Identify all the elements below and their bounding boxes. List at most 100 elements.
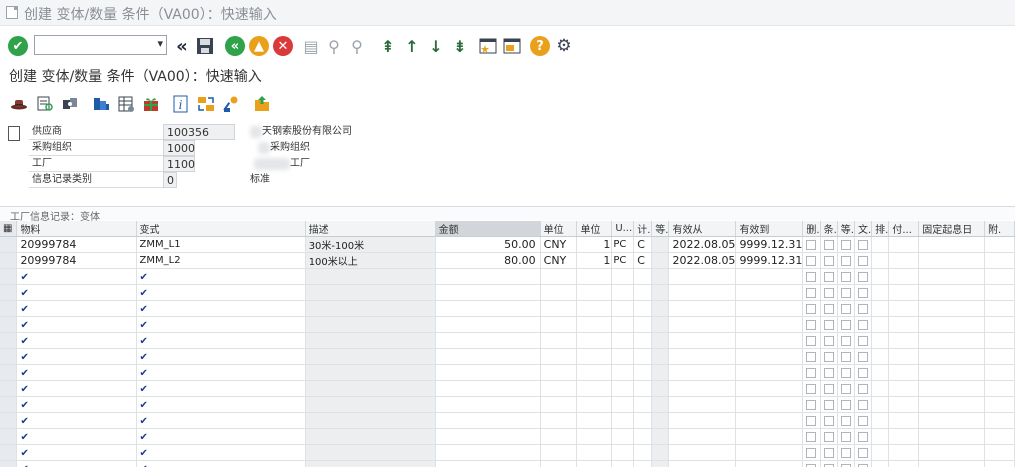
scale-checkbox[interactable] — [837, 268, 855, 285]
additional-cell[interactable] — [984, 428, 1015, 445]
table-settings-icon[interactable] — [117, 95, 135, 113]
col-unit-2[interactable]: 单位 — [576, 221, 613, 237]
valid-to-cell[interactable] — [735, 412, 804, 429]
uom-cell[interactable] — [611, 316, 635, 333]
variant-cell[interactable]: ✔ — [136, 364, 306, 381]
uom-cell[interactable] — [611, 348, 635, 365]
exclusion-cell[interactable] — [871, 316, 890, 333]
save-icon[interactable] — [195, 36, 215, 56]
checkbox[interactable] — [806, 416, 817, 426]
currency-cell[interactable] — [540, 348, 578, 365]
payment-cell[interactable] — [888, 412, 920, 429]
variant-cell[interactable]: ✔ — [136, 428, 306, 445]
col-calc[interactable]: 计. — [633, 221, 653, 237]
row-selector[interactable] — [0, 380, 18, 397]
per-cell[interactable] — [576, 396, 613, 413]
description-cell[interactable] — [305, 428, 436, 445]
currency-cell[interactable] — [540, 428, 578, 445]
scale-cell[interactable] — [651, 268, 670, 285]
uom-cell[interactable] — [611, 396, 635, 413]
col-uom[interactable]: U... — [611, 221, 635, 237]
text-checkbox[interactable] — [854, 396, 873, 413]
checkbox[interactable] — [840, 384, 851, 394]
checkbox[interactable] — [857, 384, 868, 394]
additional-cell[interactable] — [984, 444, 1015, 461]
scale-checkbox[interactable] — [837, 348, 855, 365]
material-cell[interactable]: 20999784 — [16, 252, 137, 269]
fixed-date-cell[interactable] — [918, 412, 986, 429]
valid-to-cell[interactable] — [735, 396, 804, 413]
variant-cell[interactable]: ✔ — [136, 412, 306, 429]
scale-checkbox[interactable] — [837, 460, 855, 467]
valid-to-cell[interactable] — [735, 364, 804, 381]
fixed-date-cell[interactable] — [918, 364, 986, 381]
row-selector[interactable] — [0, 364, 18, 381]
chevron-down-icon[interactable]: ▾ — [157, 37, 163, 50]
uom-cell[interactable] — [611, 332, 635, 349]
variant-cell[interactable]: ✔ — [136, 300, 306, 317]
plant-field[interactable]: 1100 — [163, 156, 195, 172]
info-record-category-field[interactable]: 0 — [163, 172, 177, 188]
uom-cell[interactable] — [611, 364, 635, 381]
description-cell[interactable] — [305, 284, 436, 301]
description-cell[interactable] — [305, 380, 436, 397]
col-valid-to[interactable]: 有效到 — [735, 221, 804, 237]
description-cell[interactable]: 100米以上 — [305, 252, 436, 269]
delete-checkbox[interactable] — [802, 396, 821, 413]
fixed-date-cell[interactable] — [918, 284, 986, 301]
per-cell[interactable] — [576, 380, 613, 397]
additional-cell[interactable] — [984, 268, 1015, 285]
variant-cell[interactable]: ✔ — [136, 396, 306, 413]
checkbox[interactable] — [840, 368, 851, 378]
amount-cell[interactable] — [435, 316, 541, 333]
description-cell[interactable] — [305, 396, 436, 413]
settings-icon[interactable]: ⚙ — [554, 36, 574, 56]
currency-cell[interactable] — [540, 332, 578, 349]
gift-icon[interactable] — [142, 95, 160, 113]
scale-cell[interactable] — [651, 300, 670, 317]
valid-from-cell[interactable]: 2022.08.05 — [668, 252, 737, 269]
checkbox[interactable] — [857, 400, 868, 410]
scale-checkbox[interactable] — [837, 444, 855, 461]
variant-cell[interactable]: ✔ — [136, 380, 306, 397]
currency-cell[interactable] — [540, 268, 578, 285]
per-cell[interactable] — [576, 428, 613, 445]
checkbox[interactable] — [840, 272, 851, 282]
empty-table-row[interactable]: ✔✔ — [0, 444, 1015, 461]
col-condition[interactable]: 条. — [820, 221, 838, 237]
valid-to-cell[interactable] — [735, 268, 804, 285]
payment-cell[interactable] — [888, 316, 920, 333]
additional-cell[interactable] — [984, 460, 1015, 467]
valid-from-cell[interactable] — [668, 444, 737, 461]
material-cell[interactable]: ✔ — [16, 396, 137, 413]
valid-from-cell[interactable] — [668, 396, 737, 413]
description-cell[interactable] — [305, 364, 436, 381]
payment-cell[interactable] — [888, 428, 920, 445]
fixed-date-cell[interactable] — [918, 444, 986, 461]
valid-to-cell[interactable] — [735, 428, 804, 445]
per-cell[interactable]: 1 — [576, 236, 613, 253]
col-additional[interactable]: 附. — [984, 221, 1015, 237]
amount-cell[interactable] — [435, 380, 541, 397]
payment-cell[interactable] — [888, 332, 920, 349]
fixed-date-cell[interactable] — [918, 428, 986, 445]
find-next-icon[interactable]: ⚲ — [347, 36, 367, 56]
scale-cell[interactable] — [651, 316, 670, 333]
checkbox[interactable] — [823, 432, 834, 442]
calc-cell[interactable] — [633, 444, 653, 461]
description-cell[interactable] — [305, 444, 436, 461]
exclusion-cell[interactable] — [871, 428, 890, 445]
checkbox[interactable] — [806, 400, 817, 410]
puzzle-icon[interactable] — [61, 95, 79, 113]
calc-cell[interactable] — [633, 428, 653, 445]
payment-cell[interactable] — [888, 364, 920, 381]
condition-checkbox[interactable] — [820, 268, 838, 285]
text-checkbox[interactable] — [854, 268, 873, 285]
delete-checkbox[interactable] — [802, 268, 821, 285]
condition-checkbox[interactable] — [820, 252, 838, 269]
additional-cell[interactable] — [984, 252, 1015, 269]
calc-cell[interactable] — [633, 396, 653, 413]
table-row[interactable]: 20999784 ZMM_L2 100米以上 80.00 CNY 1 PC C … — [0, 252, 1015, 269]
hat-icon[interactable] — [10, 95, 28, 113]
variant-cell[interactable]: ✔ — [136, 460, 306, 467]
